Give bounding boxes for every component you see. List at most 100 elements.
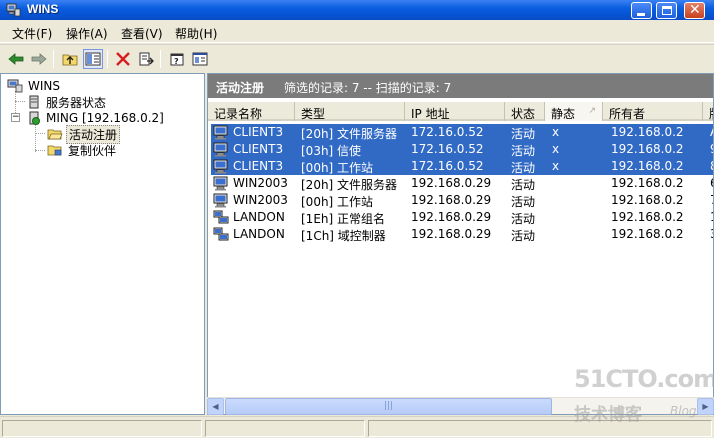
cell-ip: 192.168.0.29: [411, 176, 492, 190]
minimize-icon: [637, 13, 645, 16]
forward-button[interactable]: [29, 49, 49, 69]
cell-ip: 172.16.0.52: [411, 159, 484, 173]
column-header-record-name[interactable]: 记录名称: [208, 102, 295, 121]
column-header-row: 记录名称 类型 IP 地址 状态 静态 ↗ 所有者 版: [208, 102, 713, 121]
record-row[interactable]: WIN2003 [20h] 文件服务器 192.168.0.29 活动 192.168.…: [211, 175, 713, 192]
record-row[interactable]: LANDON [1Eh] 正常组名 192.168.0.29 活动 192.168.0.…: [211, 209, 713, 226]
server-online-icon: [29, 111, 40, 125]
tree-root-wins[interactable]: WINS: [7, 78, 62, 94]
cell-type: [03h] 信使: [301, 144, 362, 158]
cell-ver: A: [710, 125, 713, 139]
cell-name: CLIENT3: [233, 159, 284, 173]
group-icon: [213, 227, 229, 242]
cell-state: 活动: [511, 229, 536, 243]
replication-folder-icon: [47, 145, 62, 156]
back-button[interactable]: [6, 49, 26, 69]
cell-ver: 8: [710, 159, 713, 173]
help-button[interactable]: [190, 49, 210, 69]
status-cell: [2, 420, 202, 437]
show-hide-tree-button[interactable]: [83, 49, 103, 69]
delete-button[interactable]: [113, 49, 133, 69]
tree-label-server-ming: MING [192.168.0.2]: [46, 111, 164, 125]
cell-ip: 172.16.0.52: [411, 142, 484, 156]
maximize-icon: [662, 6, 672, 15]
folder-open-icon: [47, 129, 63, 140]
column-header-ip[interactable]: IP 地址: [405, 102, 505, 121]
cell-owner: 192.168.0.2: [611, 227, 684, 241]
cell-name: LANDON: [233, 210, 285, 224]
scroll-left-icon: ◀: [212, 402, 219, 411]
cell-name: CLIENT3: [233, 125, 284, 139]
cell-name: CLIENT3: [233, 142, 284, 156]
menu-view[interactable]: 查看(V): [121, 25, 163, 42]
close-button[interactable]: ✕: [684, 2, 705, 19]
scroll-thumb[interactable]: |||: [225, 398, 552, 415]
tree-item-server-status[interactable]: 服务器状态: [27, 94, 108, 110]
cell-owner: 192.168.0.2: [611, 176, 684, 190]
results-pane: 活动注册 筛选的记录: 7 -- 扫描的记录: 7 记录名称 类型 IP 地址 …: [207, 73, 714, 415]
column-header-version[interactable]: 版: [703, 102, 713, 121]
svg-text:?: ?: [174, 57, 179, 66]
cell-state: 活动: [511, 195, 536, 209]
grip-icon: |||: [383, 401, 394, 411]
cell-state: 活动: [511, 212, 536, 226]
cell-ip: 192.168.0.29: [411, 193, 492, 207]
export-list-button[interactable]: [136, 49, 156, 69]
cell-name: WIN2003: [233, 193, 288, 207]
up-folder-icon: [62, 54, 78, 66]
cell-name: LANDON: [233, 227, 285, 241]
computer-icon: [213, 125, 229, 140]
scroll-left-button[interactable]: ◀: [207, 398, 224, 415]
column-header-static[interactable]: 静态 ↗: [545, 102, 603, 121]
tree-item-replication-partners[interactable]: 复制伙伴: [47, 142, 118, 158]
record-row[interactable]: CLIENT3 [00h] 工作站 172.16.0.52 活动 x 192.168.0.…: [211, 158, 713, 175]
back-icon: [8, 53, 24, 65]
group-icon: [213, 210, 229, 225]
properties-button[interactable]: ?: [167, 49, 187, 69]
cell-owner: 192.168.0.2: [611, 142, 684, 156]
cell-ip: 172.16.0.52: [411, 125, 484, 139]
menu-action[interactable]: 操作(A): [66, 25, 108, 42]
toolbar-separator: [160, 50, 161, 68]
tree-connector: [15, 101, 25, 102]
record-row[interactable]: LANDON [1Ch] 域控制器 192.168.0.29 活动 192.168.0.…: [211, 226, 713, 243]
minimize-button[interactable]: [631, 2, 652, 19]
window-title: WINS: [27, 2, 59, 16]
cell-owner: 192.168.0.2: [611, 210, 684, 224]
cell-type: [20h] 文件服务器: [301, 127, 398, 141]
tree-label-replication-partners: 复制伙伴: [68, 143, 117, 158]
cell-static: x: [552, 125, 560, 139]
scroll-right-icon: ▶: [702, 402, 709, 411]
computer-icon: [213, 142, 229, 157]
cell-static: x: [552, 159, 560, 173]
collapse-expander[interactable]: −: [11, 113, 20, 122]
tree-connector: [35, 124, 36, 152]
menu-help[interactable]: 帮助(H): [175, 25, 217, 42]
column-header-owner[interactable]: 所有者: [603, 102, 703, 121]
show-hide-tree-icon: [85, 52, 101, 66]
computer-icon: [213, 159, 229, 174]
results-title: 活动注册: [216, 81, 265, 95]
record-row[interactable]: CLIENT3 [03h] 信使 172.16.0.52 活动 x 192.168.0.2…: [211, 141, 713, 158]
title-bar[interactable]: WINS ✕: [0, 0, 714, 20]
close-icon: ✕: [689, 2, 701, 18]
properties-icon: ?: [170, 53, 184, 66]
menu-file[interactable]: 文件(F): [12, 25, 52, 42]
server-status-icon: [29, 95, 39, 109]
cell-state: 活动: [511, 144, 536, 158]
column-header-state[interactable]: 状态: [505, 102, 545, 121]
record-row[interactable]: CLIENT3 [20h] 文件服务器 172.16.0.52 活动 x 192.168.…: [211, 124, 713, 141]
tree-item-active-registrations[interactable]: 活动注册: [47, 124, 121, 144]
help-icon: [192, 52, 208, 66]
column-header-type[interactable]: 类型: [295, 102, 405, 121]
tree-connector: [35, 133, 45, 134]
toolbar-separator: [107, 50, 108, 68]
scroll-right-button[interactable]: ▶: [697, 398, 714, 415]
results-header: 活动注册 筛选的记录: 7 -- 扫描的记录: 7: [208, 74, 713, 98]
maximize-button[interactable]: [656, 2, 677, 19]
toolbar: ?: [0, 44, 714, 72]
cell-owner: 192.168.0.2: [611, 125, 684, 139]
up-one-level-button[interactable]: [60, 49, 80, 69]
record-row[interactable]: WIN2003 [00h] 工作站 192.168.0.29 活动 192.168.0.…: [211, 192, 713, 209]
console-tree[interactable]: WINS 服务器状态 − MING [192.168.0.2] 活动注册 复制伙…: [0, 73, 205, 415]
